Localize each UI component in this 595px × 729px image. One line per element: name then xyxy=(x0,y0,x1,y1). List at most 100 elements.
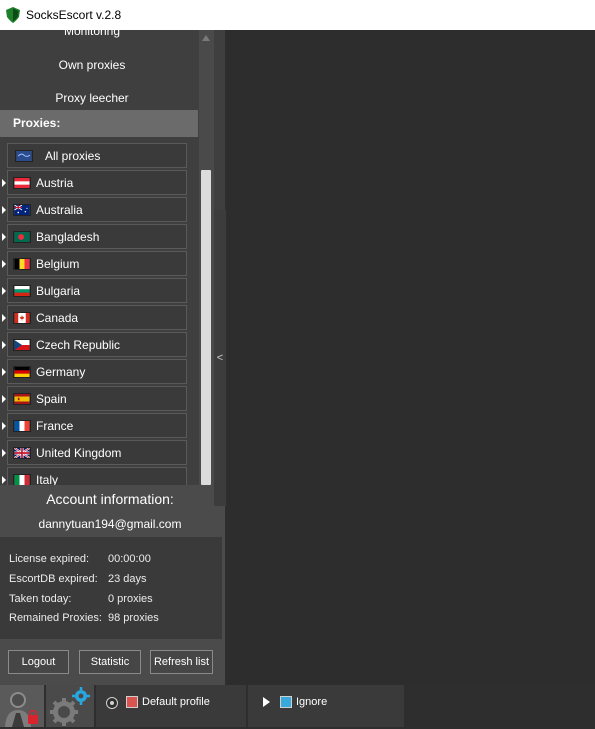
profile-panel: Default profile xyxy=(96,685,246,727)
proxy-item-italy[interactable]: Italy xyxy=(0,467,198,485)
proxy-item-australia[interactable]: Australia xyxy=(0,197,198,223)
stat-key: EscortDB expired: xyxy=(9,573,98,585)
account-title: Account information: xyxy=(46,491,174,507)
expand-arrow-icon[interactable] xyxy=(2,260,6,268)
nav-menu: Monitoring Own proxies Proxy leecher xyxy=(0,30,198,110)
nav-item-proxy-leecher[interactable]: Proxy leecher xyxy=(0,91,184,105)
proxy-item-label: Canada xyxy=(36,310,79,325)
profile-color-square xyxy=(126,696,138,708)
uk-flag-icon xyxy=(13,446,31,459)
expand-arrow-icon[interactable] xyxy=(2,206,6,214)
proxy-item-canada[interactable]: Canada xyxy=(0,305,198,331)
proxy-item-box[interactable]: Bulgaria xyxy=(7,278,187,303)
expand-arrow-icon[interactable] xyxy=(2,422,6,430)
ignore-label[interactable]: Ignore xyxy=(296,696,327,708)
expand-arrow-icon[interactable] xyxy=(2,449,6,457)
window-title: SocksEscort v.2.8 xyxy=(26,8,122,22)
proxy-item-label: All proxies xyxy=(45,148,101,163)
proxy-item-label: United Kingdom xyxy=(36,445,122,460)
proxy-item-label: Spain xyxy=(36,391,67,406)
proxy-item-box[interactable]: Australia xyxy=(7,197,187,222)
account-email: dannytuan194@gmail.com xyxy=(38,517,182,531)
expand-arrow-icon[interactable] xyxy=(2,395,6,403)
proxy-item-box[interactable]: All proxies xyxy=(7,143,187,168)
account-stats: License expired: 00:00:00 EscortDB expir… xyxy=(0,537,222,639)
ignore-panel: Ignore xyxy=(248,685,404,727)
expand-arrow-icon[interactable] xyxy=(2,233,6,241)
user-lock-icon xyxy=(5,692,38,727)
expand-arrow-icon[interactable] xyxy=(2,314,6,322)
spain-flag-icon xyxy=(13,392,31,405)
proxy-item-box[interactable]: Spain xyxy=(7,386,187,411)
proxy-item-label: Australia xyxy=(36,202,83,217)
account-panel: Account information: dannytuan194@gmail.… xyxy=(0,485,225,685)
bottom-toolbar: Default profile Ignore xyxy=(0,685,595,729)
statistic-button[interactable]: Statistic xyxy=(79,650,141,674)
user-account-button[interactable] xyxy=(0,685,44,727)
expand-arrow-icon[interactable] xyxy=(2,287,6,295)
proxy-item-box[interactable]: Italy xyxy=(7,467,187,485)
globe-flag-icon xyxy=(15,149,33,162)
stat-value: 98 proxies xyxy=(108,612,159,624)
title-bar: SocksEscort v.2.8 xyxy=(0,0,595,30)
proxy-item-box[interactable]: Austria xyxy=(7,170,187,195)
proxy-item-box[interactable]: Bangladesh xyxy=(7,224,187,249)
italy-flag-icon xyxy=(13,473,31,485)
settings-button[interactable] xyxy=(46,685,94,727)
proxy-item-box[interactable]: Canada xyxy=(7,305,187,330)
stat-key: Taken today: xyxy=(9,593,72,605)
expand-arrow-icon[interactable] xyxy=(2,341,6,349)
expand-arrow-icon[interactable] xyxy=(2,476,6,484)
bangladesh-flag-icon xyxy=(13,230,31,243)
australia-flag-icon xyxy=(13,203,31,216)
proxy-item-france[interactable]: France xyxy=(0,413,198,439)
proxy-item-austria[interactable]: Austria xyxy=(0,170,198,196)
proxy-item-box[interactable]: Belgium xyxy=(7,251,187,276)
proxy-item-belgium[interactable]: Belgium xyxy=(0,251,198,277)
proxy-item-bulgaria[interactable]: Bulgaria xyxy=(0,278,198,304)
play-icon[interactable] xyxy=(263,697,270,707)
shield-icon xyxy=(6,7,20,23)
stat-value: 23 days xyxy=(108,573,147,585)
left-panel: Monitoring Own proxies Proxy leecher Pro… xyxy=(0,30,225,685)
proxy-item-box[interactable]: France xyxy=(7,413,187,438)
proxy-item-box[interactable]: United Kingdom xyxy=(7,440,187,465)
proxy-item-label: Bulgaria xyxy=(36,283,81,298)
logout-button[interactable]: Logout xyxy=(8,650,69,674)
nav-item-monitoring[interactable]: Monitoring xyxy=(0,30,184,38)
proxy-item-label: Germany xyxy=(36,364,86,379)
stat-value: 0 proxies xyxy=(108,593,153,605)
scroll-up-icon[interactable] xyxy=(202,35,210,41)
proxy-item-all[interactable]: All proxies xyxy=(0,143,198,169)
expand-arrow-icon[interactable] xyxy=(2,368,6,376)
proxy-item-box[interactable]: Germany xyxy=(7,359,187,384)
proxy-item-box[interactable]: Czech Republic xyxy=(7,332,187,357)
collapse-panel-button[interactable]: < xyxy=(214,210,226,506)
proxy-list-scrollbar[interactable] xyxy=(199,30,214,485)
belgium-flag-icon xyxy=(13,257,31,270)
expand-arrow-icon[interactable] xyxy=(2,179,6,187)
proxy-item-germany[interactable]: Germany xyxy=(0,359,198,385)
proxy-item-label: Bangladesh xyxy=(36,229,100,244)
proxies-header: Proxies: xyxy=(0,110,198,137)
profile-radio[interactable] xyxy=(106,697,118,709)
scrollbar-thumb[interactable] xyxy=(201,170,211,485)
stat-key: Remained Proxies: xyxy=(9,612,102,624)
austria-flag-icon xyxy=(13,176,31,189)
germany-flag-icon xyxy=(13,365,31,378)
gear-icon xyxy=(50,687,90,726)
proxy-item-label: Italy xyxy=(36,472,59,486)
stat-value: 00:00:00 xyxy=(108,553,151,565)
france-flag-icon xyxy=(13,419,31,432)
proxy-item-spain[interactable]: Spain xyxy=(0,386,198,412)
proxy-item-czech-republic[interactable]: Czech Republic xyxy=(0,332,198,358)
proxy-item-bangladesh[interactable]: Bangladesh xyxy=(0,224,198,250)
refresh-list-button[interactable]: Refresh list xyxy=(150,650,213,674)
bulgaria-flag-icon xyxy=(13,284,31,297)
nav-item-own-proxies[interactable]: Own proxies xyxy=(0,58,184,72)
default-profile-label[interactable]: Default profile xyxy=(142,696,210,708)
stat-key: License expired: xyxy=(9,553,90,565)
proxy-item-united-kingdom[interactable]: United Kingdom xyxy=(0,440,198,466)
main-area: Monitoring Own proxies Proxy leecher Pro… xyxy=(0,30,595,685)
proxy-item-label: France xyxy=(36,418,74,433)
